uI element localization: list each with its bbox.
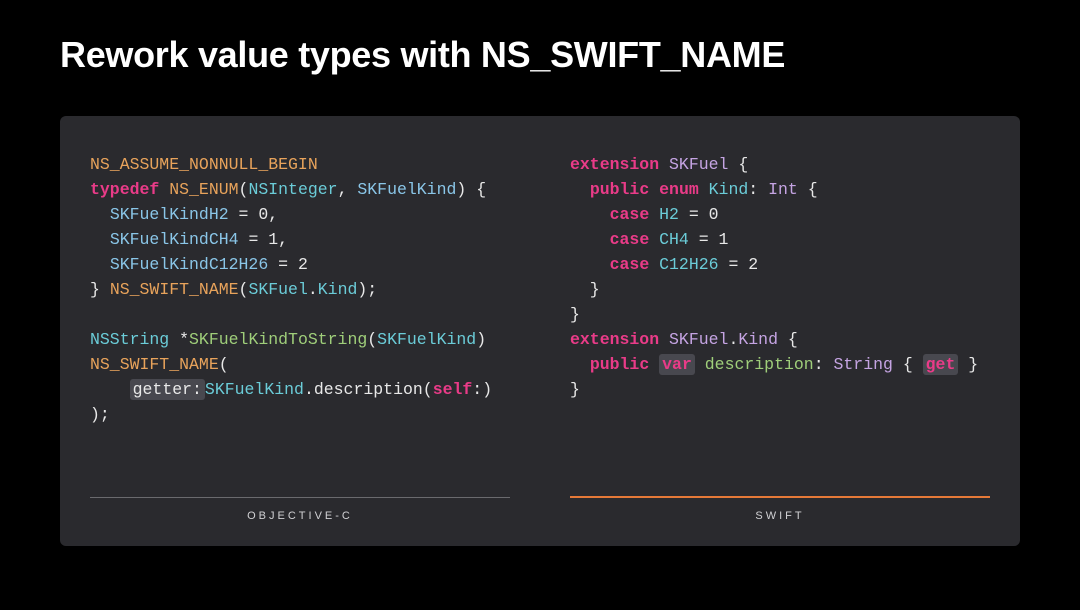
right-column: extension SKFuel { public enum Kind: Int…	[540, 152, 1020, 522]
left-column: NS_ASSUME_NONNULL_BEGIN typedef NS_ENUM(…	[60, 152, 540, 522]
slide-title: Rework value types with NS_SWIFT_NAME	[60, 34, 1020, 76]
objective-c-code: NS_ASSUME_NONNULL_BEGIN typedef NS_ENUM(…	[90, 152, 510, 483]
slide: Rework value types with NS_SWIFT_NAME NS…	[0, 0, 1080, 610]
right-label: SWIFT	[570, 510, 990, 522]
swift-code: extension SKFuel { public enum Kind: Int…	[570, 152, 990, 482]
code-panel: NS_ASSUME_NONNULL_BEGIN typedef NS_ENUM(…	[60, 116, 1020, 546]
divider-left	[90, 497, 510, 498]
left-label: OBJECTIVE-C	[90, 510, 510, 522]
divider-right	[570, 496, 990, 498]
